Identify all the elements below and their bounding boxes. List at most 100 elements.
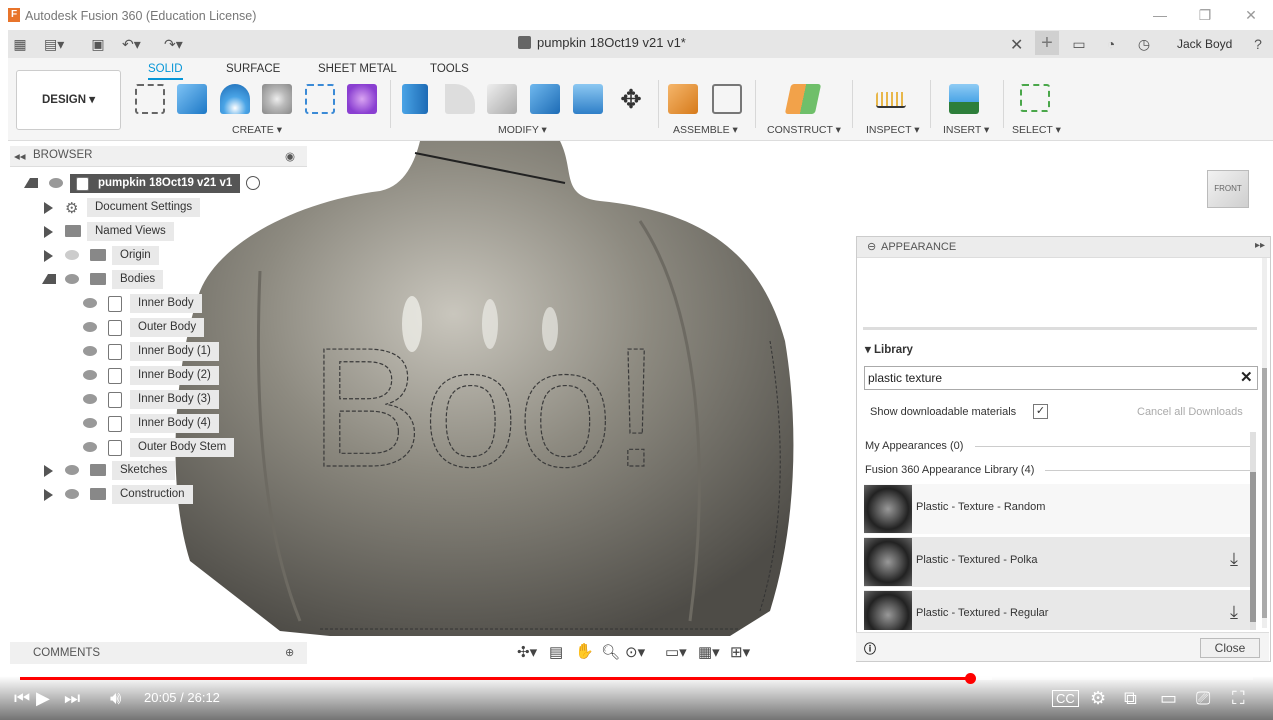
grid-settings-icon[interactable]: ▦▾ xyxy=(698,643,720,661)
save-icon[interactable]: ▣ xyxy=(90,36,106,52)
shell-icon[interactable] xyxy=(487,84,517,114)
browser-item[interactable]: Outer Body Stem xyxy=(80,438,280,458)
downloadable-checkbox[interactable]: ✓ xyxy=(1033,404,1048,419)
assemble-group-label[interactable]: ASSEMBLE ▾ xyxy=(673,124,738,136)
modify-group-label[interactable]: MODIFY ▾ xyxy=(498,124,547,136)
material-item[interactable]: Plastic - Textured - Regular ⤓ xyxy=(864,590,1250,630)
browser-item[interactable]: Named Views xyxy=(40,222,240,242)
hole-icon[interactable] xyxy=(262,84,292,114)
theater-icon[interactable]: ▭ xyxy=(1160,688,1177,709)
next-icon[interactable]: ⏭ xyxy=(64,688,80,709)
new-tab-button[interactable]: + xyxy=(1035,31,1059,55)
browser-item[interactable]: Inner Body (2) xyxy=(80,366,280,386)
browser-item[interactable]: Construction xyxy=(40,485,240,505)
new-component-icon[interactable] xyxy=(668,84,698,114)
eye-icon[interactable] xyxy=(65,274,79,284)
close-button[interactable]: Close xyxy=(1200,638,1260,658)
press-pull-icon[interactable] xyxy=(402,84,428,114)
miniplayer-icon[interactable]: ⧉ xyxy=(1124,688,1137,709)
appearance-collapse-icon[interactable]: ⊖ xyxy=(867,240,876,253)
info-icon[interactable]: ⓘ xyxy=(864,640,876,657)
add-comment-icon[interactable]: ⊕ xyxy=(285,646,294,659)
workspace-switcher[interactable]: DESIGN ▾ xyxy=(16,70,121,130)
close-tab-icon[interactable]: ✕ xyxy=(1010,35,1023,55)
activate-radio-icon[interactable] xyxy=(246,176,260,190)
browser-item[interactable]: Sketches xyxy=(40,461,240,481)
tab-tools[interactable]: TOOLS xyxy=(430,63,469,75)
close-icon[interactable]: ✕ xyxy=(1241,6,1261,24)
tab-sheet-metal[interactable]: SHEET METAL xyxy=(318,63,397,75)
inspect-group-label[interactable]: INSPECT ▾ xyxy=(866,124,920,136)
scale-icon[interactable] xyxy=(573,84,603,114)
eye-icon[interactable] xyxy=(83,418,97,428)
browser-item[interactable]: ⚙ Document Settings xyxy=(40,198,240,218)
history-icon[interactable]: ◷ xyxy=(1136,36,1152,52)
pattern-icon[interactable] xyxy=(305,84,335,114)
eye-icon[interactable] xyxy=(83,394,97,404)
material-item[interactable]: Plastic - Texture - Random xyxy=(864,484,1250,534)
expand-icon[interactable] xyxy=(24,178,38,188)
settings-icon[interactable]: ⚙ xyxy=(1090,688,1106,709)
look-at-icon[interactable]: ▤ xyxy=(549,643,563,661)
video-progress-bar[interactable] xyxy=(20,677,1253,680)
library-toggle[interactable]: ▾ Library xyxy=(865,342,913,356)
job-status-icon[interactable]: ▭ xyxy=(1071,36,1087,52)
joint-icon[interactable] xyxy=(712,84,742,114)
previous-icon[interactable]: ⏮ xyxy=(14,688,30,709)
library-section[interactable]: Fusion 360 Appearance Library (4) xyxy=(865,464,1034,476)
file-menu-icon[interactable]: ▤▾ xyxy=(44,36,64,52)
orbit-icon[interactable]: ✣▾ xyxy=(517,643,537,661)
cast-icon[interactable]: ⎚ xyxy=(1196,688,1210,709)
minimize-icon[interactable]: — xyxy=(1150,6,1170,24)
browser-item[interactable]: Outer Body xyxy=(80,318,280,338)
browser-item[interactable]: Origin xyxy=(40,246,240,266)
browser-pin-icon[interactable]: ◉ xyxy=(285,149,295,163)
library-scrollbar[interactable] xyxy=(1250,432,1256,630)
offset-plane-icon[interactable] xyxy=(784,84,822,114)
extrude-icon[interactable] xyxy=(177,84,207,114)
fullscreen-icon[interactable]: ⛶ xyxy=(1232,688,1245,709)
insert-group-label[interactable]: INSERT ▾ xyxy=(943,124,989,136)
view-cube[interactable]: FRONT xyxy=(1207,170,1249,208)
create-group-label[interactable]: CREATE ▾ xyxy=(232,124,282,136)
tab-surface[interactable]: SURFACE xyxy=(226,63,280,75)
select-icon[interactable] xyxy=(1020,84,1050,112)
browser-item[interactable]: Bodies xyxy=(40,270,240,290)
eye-icon[interactable] xyxy=(83,346,97,356)
browser-item[interactable]: Inner Body (3) xyxy=(80,390,280,410)
move-icon[interactable]: ✥ xyxy=(616,84,646,114)
viewports-icon[interactable]: ⊞▾ xyxy=(730,643,750,661)
clear-search-icon[interactable]: ✕ xyxy=(1240,368,1253,386)
expand-panel-icon[interactable]: ▸▸ xyxy=(1255,240,1265,251)
material-item[interactable]: Plastic - Textured - Polka ⤓ xyxy=(864,537,1250,587)
download-icon[interactable]: ⤓ xyxy=(1230,602,1238,623)
eye-icon[interactable] xyxy=(83,370,97,380)
browser-item[interactable]: Inner Body xyxy=(80,294,280,314)
measure-icon[interactable] xyxy=(876,92,906,108)
eye-icon[interactable] xyxy=(65,489,79,499)
undo-icon[interactable]: ↶▾ xyxy=(122,36,141,52)
revolve-icon[interactable] xyxy=(220,84,250,114)
eye-icon[interactable] xyxy=(83,322,97,332)
user-name[interactable]: Jack Boyd xyxy=(1177,37,1232,51)
eye-icon[interactable] xyxy=(83,298,97,308)
volume-icon[interactable]: 🔊︎ xyxy=(110,688,121,709)
redo-icon[interactable]: ↷▾ xyxy=(164,36,183,52)
combine-icon[interactable] xyxy=(530,84,560,114)
captions-icon[interactable]: CC xyxy=(1052,690,1079,707)
browser-item[interactable]: Inner Body (4) xyxy=(80,414,280,434)
my-appearances-section[interactable]: My Appearances (0) xyxy=(865,440,963,452)
pan-icon[interactable]: ✋ xyxy=(575,642,594,660)
display-settings-icon[interactable]: ▭▾ xyxy=(665,643,687,661)
appearance-search-input[interactable]: plastic texture ✕ xyxy=(864,366,1258,390)
extension-icon[interactable]: ◔ xyxy=(1103,36,1119,52)
scrubber-handle[interactable] xyxy=(965,673,976,684)
insert-image-icon[interactable] xyxy=(949,84,979,114)
browser-item[interactable]: Inner Body (1) xyxy=(80,342,280,362)
eye-icon[interactable] xyxy=(83,442,97,452)
collapse-browser-icon[interactable]: ◂◂ xyxy=(14,149,26,163)
create-sketch-icon[interactable] xyxy=(135,84,165,114)
panel-scrollbar[interactable] xyxy=(1262,258,1267,628)
construct-group-label[interactable]: CONSTRUCT ▾ xyxy=(767,124,841,136)
eye-icon[interactable] xyxy=(65,465,79,475)
